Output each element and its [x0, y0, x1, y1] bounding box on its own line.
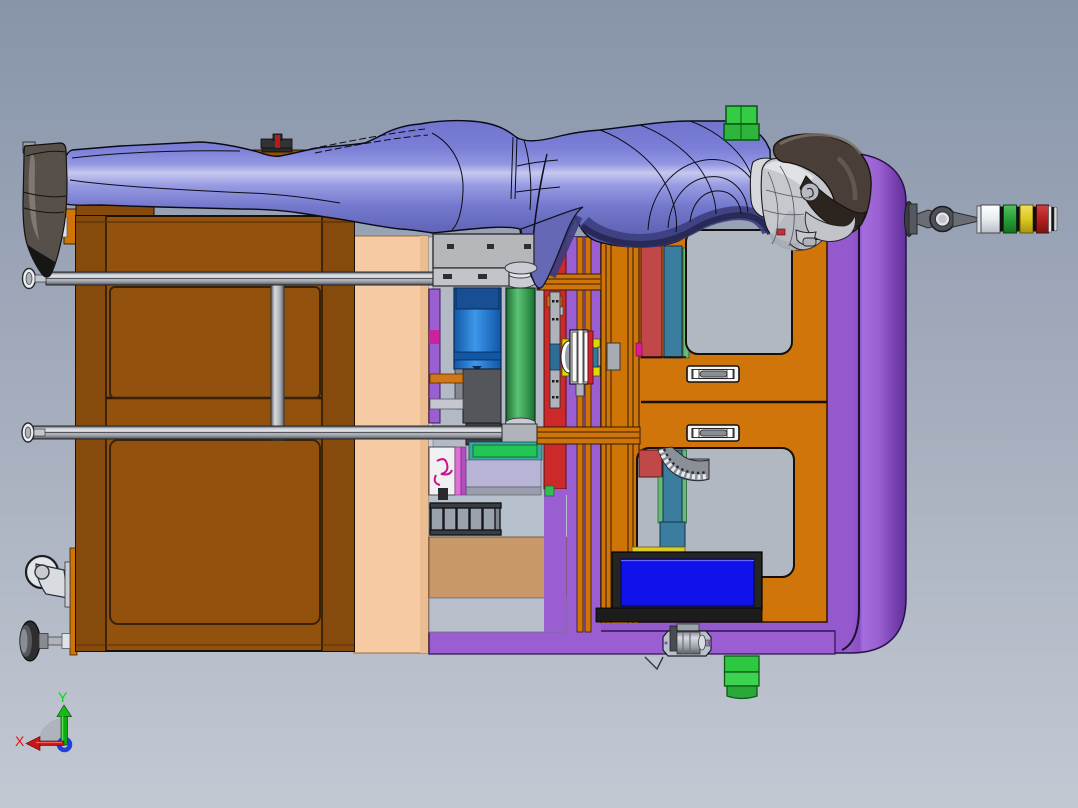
svg-text:Y: Y [58, 689, 68, 705]
svg-text:X: X [15, 733, 25, 749]
